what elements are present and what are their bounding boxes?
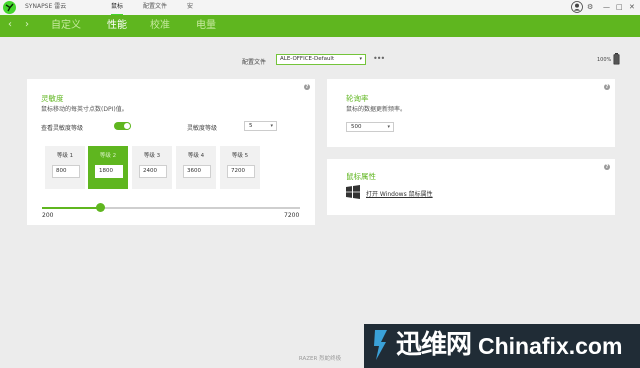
watermark-lightning-icon bbox=[374, 330, 387, 360]
menu-mouse[interactable]: 鼠标 bbox=[111, 2, 124, 15]
profile-value: ALE-OFFICE-Default bbox=[280, 56, 335, 62]
mouse-properties-card bbox=[327, 159, 615, 215]
dpi-input[interactable]: 7200 bbox=[227, 165, 255, 178]
polling-rate-card bbox=[327, 79, 615, 147]
windows-logo-icon bbox=[346, 185, 360, 199]
maximize-icon[interactable]: □ bbox=[616, 2, 623, 12]
dpi-stage-4[interactable]: 等级 4 3600 bbox=[176, 146, 216, 189]
stage-label: 等级 2 bbox=[99, 153, 117, 159]
tab-calibration[interactable]: 校准 bbox=[150, 19, 170, 33]
user-avatar-icon[interactable] bbox=[571, 1, 583, 13]
minimize-icon[interactable]: — bbox=[603, 2, 610, 12]
polling-rate-dropdown[interactable]: 500 ▾ bbox=[346, 122, 394, 132]
menu-synapse[interactable]: SYNAPSE 雷云 bbox=[25, 2, 66, 12]
dpi-stage-5[interactable]: 等级 5 7200 bbox=[220, 146, 260, 189]
open-windows-mouse-properties-link[interactable]: 打开 Windows 鼠标属性 bbox=[366, 189, 433, 198]
title-bar: SYNAPSE 雷云 鼠标 配置文件 安 ⚙ — □ ✕ bbox=[0, 0, 640, 15]
sensitivity-description: 鼠标移动的每英寸点数(DPI)值。 bbox=[41, 106, 128, 113]
more-options-icon[interactable]: ••• bbox=[373, 54, 385, 63]
stages-toggle[interactable] bbox=[114, 122, 131, 130]
dpi-input[interactable]: 1800 bbox=[95, 165, 123, 178]
stage-label: 等级 1 bbox=[56, 153, 74, 159]
help-icon[interactable]: ? bbox=[604, 164, 610, 170]
battery-percent: 100% bbox=[597, 57, 612, 63]
stage-label: 等级 3 bbox=[143, 153, 161, 159]
stages-toggle-label: 查看灵敏度等级 bbox=[41, 125, 84, 132]
close-icon[interactable]: ✕ bbox=[629, 2, 635, 12]
polling-rate-description: 鼠标的数据更新频率。 bbox=[346, 106, 407, 113]
dpi-slider-track[interactable] bbox=[42, 207, 300, 209]
watermark-en-text: Chinafix.com bbox=[478, 333, 623, 359]
dpi-min-label: 200 bbox=[42, 212, 54, 219]
stages-count-label: 灵敏度等级 bbox=[187, 125, 218, 132]
help-icon[interactable]: ? bbox=[304, 84, 310, 90]
stages-count-dropdown[interactable]: 5 ▾ bbox=[244, 121, 277, 131]
menu-more[interactable]: 安 bbox=[187, 2, 193, 12]
mouse-properties-title: 鼠标属性 bbox=[346, 172, 376, 181]
dpi-slider-fill bbox=[42, 207, 101, 209]
dpi-stage-2[interactable]: 等级 2 1800 bbox=[88, 146, 128, 189]
help-icon[interactable]: ? bbox=[604, 84, 610, 90]
watermark-cn-text: 迅维网 bbox=[396, 330, 472, 360]
tab-performance[interactable]: 性能 bbox=[107, 19, 127, 33]
tab-power[interactable]: 电量 bbox=[196, 19, 216, 33]
dpi-input[interactable]: 2400 bbox=[139, 165, 167, 178]
forward-arrow-icon[interactable]: › bbox=[25, 18, 29, 32]
chevron-down-icon: ▾ bbox=[359, 56, 362, 62]
menu-profiles[interactable]: 配置文件 bbox=[143, 2, 167, 12]
dpi-stage-1[interactable]: 等级 1 800 bbox=[45, 146, 85, 189]
chevron-down-icon: ▾ bbox=[387, 124, 390, 130]
stage-label: 等级 4 bbox=[187, 153, 205, 159]
polling-rate-value: 500 bbox=[351, 124, 362, 130]
profile-label: 配置文件 bbox=[242, 59, 267, 66]
section-nav-bar: ‹ › 自定义 性能 校准 电量 bbox=[0, 15, 640, 37]
razer-logo-icon bbox=[3, 1, 16, 14]
tab-customize[interactable]: 自定义 bbox=[51, 19, 81, 33]
stage-label: 等级 5 bbox=[231, 153, 249, 159]
back-arrow-icon[interactable]: ‹ bbox=[8, 18, 12, 32]
dpi-input[interactable]: 3600 bbox=[183, 165, 211, 178]
chevron-down-icon: ▾ bbox=[270, 123, 273, 129]
stages-count-value: 5 bbox=[249, 123, 253, 129]
sensitivity-title: 灵敏度 bbox=[41, 94, 64, 103]
battery-icon bbox=[613, 53, 620, 65]
dpi-stage-3[interactable]: 等级 3 2400 bbox=[132, 146, 172, 189]
dpi-input[interactable]: 800 bbox=[52, 165, 80, 178]
profile-dropdown[interactable]: ALE-OFFICE-Default ▾ bbox=[276, 54, 366, 65]
settings-gear-icon[interactable]: ⚙ bbox=[587, 2, 593, 12]
polling-rate-title: 轮询率 bbox=[346, 94, 369, 103]
dpi-max-label: 7200 bbox=[284, 212, 300, 219]
